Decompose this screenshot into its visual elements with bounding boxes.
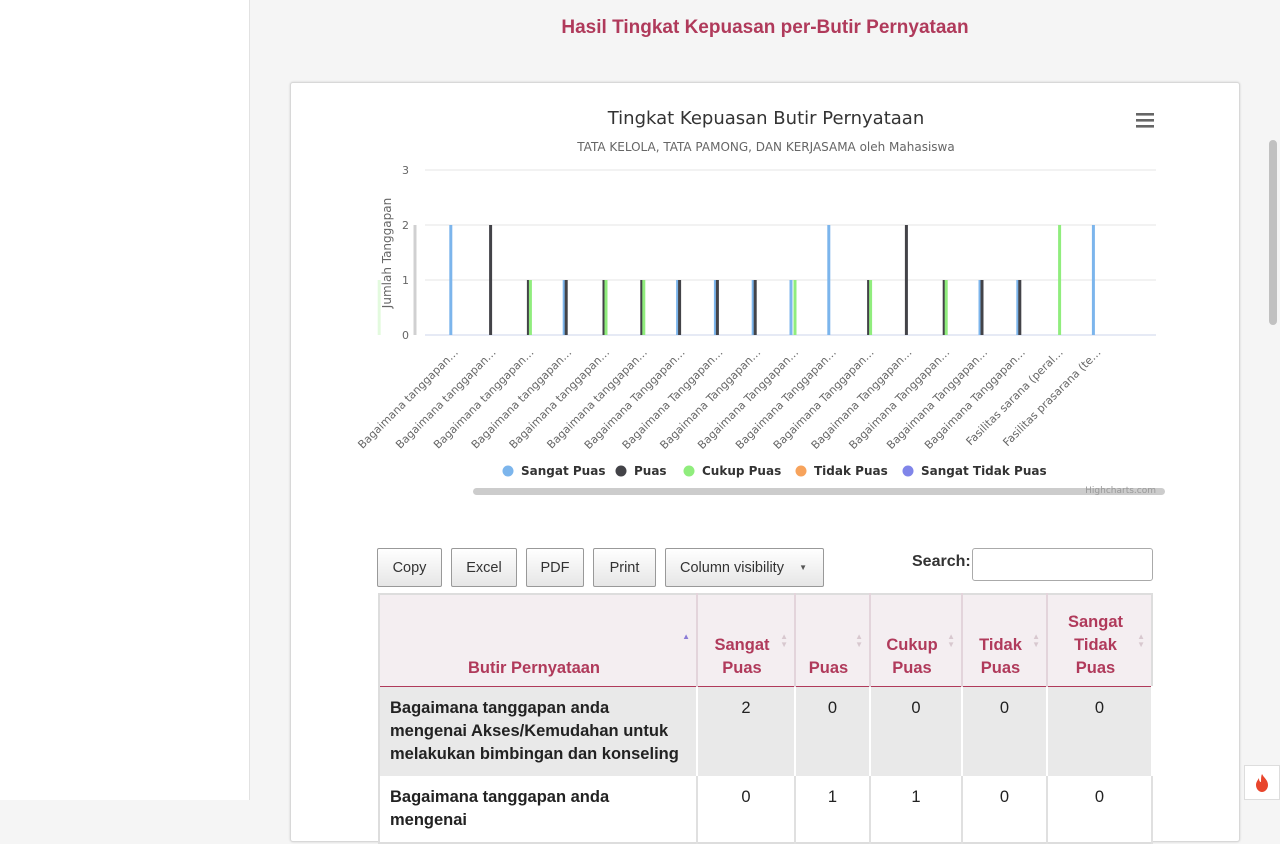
- column-visibility-label: Column visibility: [680, 559, 784, 576]
- x-axis-labels: Bagaimana tanggapan…Bagaimana tanggapan……: [355, 346, 1103, 452]
- sort-both-icon: ▲ ▼: [855, 632, 863, 649]
- cell-value: 0: [1047, 775, 1153, 843]
- hamburger-menu-icon[interactable]: [1136, 113, 1154, 128]
- search-label: Search:: [912, 553, 971, 570]
- bar: [1058, 225, 1062, 335]
- col-header-statement[interactable]: Butir Pernyataan ▲: [379, 594, 698, 687]
- sort-asc-icon: ▲: [682, 632, 690, 641]
- col-header-sangat-puas[interactable]: Sangat Puas ▲ ▼: [697, 594, 796, 687]
- bar: [604, 280, 608, 335]
- cell-value: 0: [962, 686, 1048, 776]
- legend-label: Tidak Puas: [814, 464, 888, 478]
- legend-label: Puas: [634, 464, 667, 478]
- table-row: Bagaimana tanggapan anda mengenai Akses/…: [379, 686, 1153, 776]
- bar: [980, 280, 984, 335]
- sort-both-icon: ▲ ▼: [1137, 632, 1145, 649]
- table-row: Bagaimana tanggapan anda mengenai 0 1 1 …: [379, 775, 1153, 843]
- cell-value: 0: [795, 686, 871, 776]
- legend-label: Sangat Puas: [521, 464, 605, 478]
- sort-both-icon: ▲ ▼: [780, 632, 788, 649]
- search-input[interactable]: [972, 548, 1153, 581]
- page-scrollbar-thumb[interactable]: [1269, 140, 1277, 325]
- chart-legend: Sangat Puas Puas Cukup Puas Tidak Puas Sanga…: [502, 464, 1047, 478]
- col-header-puas[interactable]: Puas ▲ ▼: [795, 594, 871, 687]
- bar: [827, 225, 831, 335]
- col-header-cukup-puas[interactable]: Cukup Puas ▲ ▼: [870, 594, 963, 687]
- legend-marker-icon: [615, 465, 627, 477]
- cell-value: 0: [697, 775, 796, 843]
- legend-item[interactable]: Sangat Tidak Puas: [902, 464, 1047, 478]
- legend-marker-icon: [502, 465, 514, 477]
- y-tick-label: 2: [402, 219, 409, 232]
- cell-value: 0: [1047, 686, 1153, 776]
- excel-button[interactable]: Excel: [451, 548, 517, 587]
- bar: [489, 225, 493, 335]
- page-scrollbar[interactable]: [1266, 0, 1280, 800]
- y-tick-label: 3: [402, 164, 409, 177]
- sort-both-icon: ▲ ▼: [947, 632, 955, 649]
- legend-item[interactable]: Cukup Puas: [683, 464, 782, 478]
- bar-chart: Tingkat Kepuasan Butir Pernyataan TATA K…: [355, 108, 1165, 496]
- flame-icon[interactable]: [1244, 765, 1280, 800]
- y-axis-ticks: 0 1 2 3: [402, 164, 409, 342]
- cell-value: 0: [962, 775, 1048, 843]
- print-button[interactable]: Print: [593, 548, 656, 587]
- bar: [944, 280, 948, 335]
- chart-subtitle: TATA KELOLA, TATA PAMONG, DAN KERJASAMA …: [576, 140, 954, 154]
- results-table: Butir Pernyataan ▲ Sangat Puas ▲ ▼ Puas ▲…: [378, 593, 1153, 844]
- column-visibility-button[interactable]: Column visibility ▼: [665, 548, 824, 587]
- bar: [678, 280, 682, 335]
- cell-statement: Bagaimana tanggapan anda mengenai: [379, 775, 698, 843]
- chart-card: Tingkat Kepuasan Butir Pernyataan TATA K…: [290, 82, 1240, 844]
- bar: [642, 280, 646, 335]
- bar: [1091, 225, 1095, 335]
- y-axis-label: Jumlah Tanggapan: [380, 198, 394, 309]
- legend-item[interactable]: Puas: [615, 464, 667, 478]
- y-tick-label: 0: [402, 329, 409, 342]
- legend-item[interactable]: Tidak Puas: [795, 464, 888, 478]
- copy-button[interactable]: Copy: [377, 548, 442, 587]
- col-header-tidak-puas[interactable]: Tidak Puas ▲ ▼: [962, 594, 1048, 687]
- bar: [377, 280, 381, 335]
- chart-scrollbar[interactable]: [473, 488, 1165, 495]
- legend-label: Cukup Puas: [702, 464, 781, 478]
- cell-value: 1: [870, 775, 963, 843]
- legend-marker-icon: [902, 465, 914, 477]
- bar: [753, 280, 757, 335]
- cell-statement: Bagaimana tanggapan anda mengenai Akses/…: [379, 686, 698, 776]
- cell-value: 1: [795, 775, 871, 843]
- chart-credits[interactable]: Highcharts.com: [1085, 486, 1156, 496]
- cell-value: 2: [697, 686, 796, 776]
- table-header-row: Butir Pernyataan ▲ Sangat Puas ▲ ▼ Puas ▲…: [379, 594, 1152, 687]
- bar: [528, 280, 532, 335]
- sort-both-icon: ▲ ▼: [1032, 632, 1040, 649]
- bar: [904, 225, 908, 335]
- legend-item[interactable]: Sangat Puas: [502, 464, 606, 478]
- caret-down-icon: ▼: [799, 563, 807, 572]
- col-header-sangat-tidak-puas[interactable]: Sangat Tidak Puas ▲ ▼: [1047, 594, 1152, 687]
- legend-marker-icon: [795, 465, 807, 477]
- bar: [413, 225, 417, 335]
- page-title: Hasil Tingkat Kepuasan per-Butir Pernyat…: [561, 17, 969, 38]
- bar: [1018, 280, 1022, 335]
- legend-label: Sangat Tidak Puas: [921, 464, 1047, 478]
- chart-title: Tingkat Kepuasan Butir Pernyataan: [607, 108, 925, 129]
- y-tick-label: 1: [402, 274, 409, 287]
- bar: [564, 280, 568, 335]
- cell-value: 0: [870, 686, 963, 776]
- sidebar: [0, 0, 250, 800]
- bar: [793, 280, 797, 335]
- bar: [789, 280, 793, 335]
- bar: [715, 280, 719, 335]
- bar: [869, 280, 873, 335]
- bar: [449, 225, 453, 335]
- legend-marker-icon: [683, 465, 695, 477]
- pdf-button[interactable]: PDF: [526, 548, 584, 587]
